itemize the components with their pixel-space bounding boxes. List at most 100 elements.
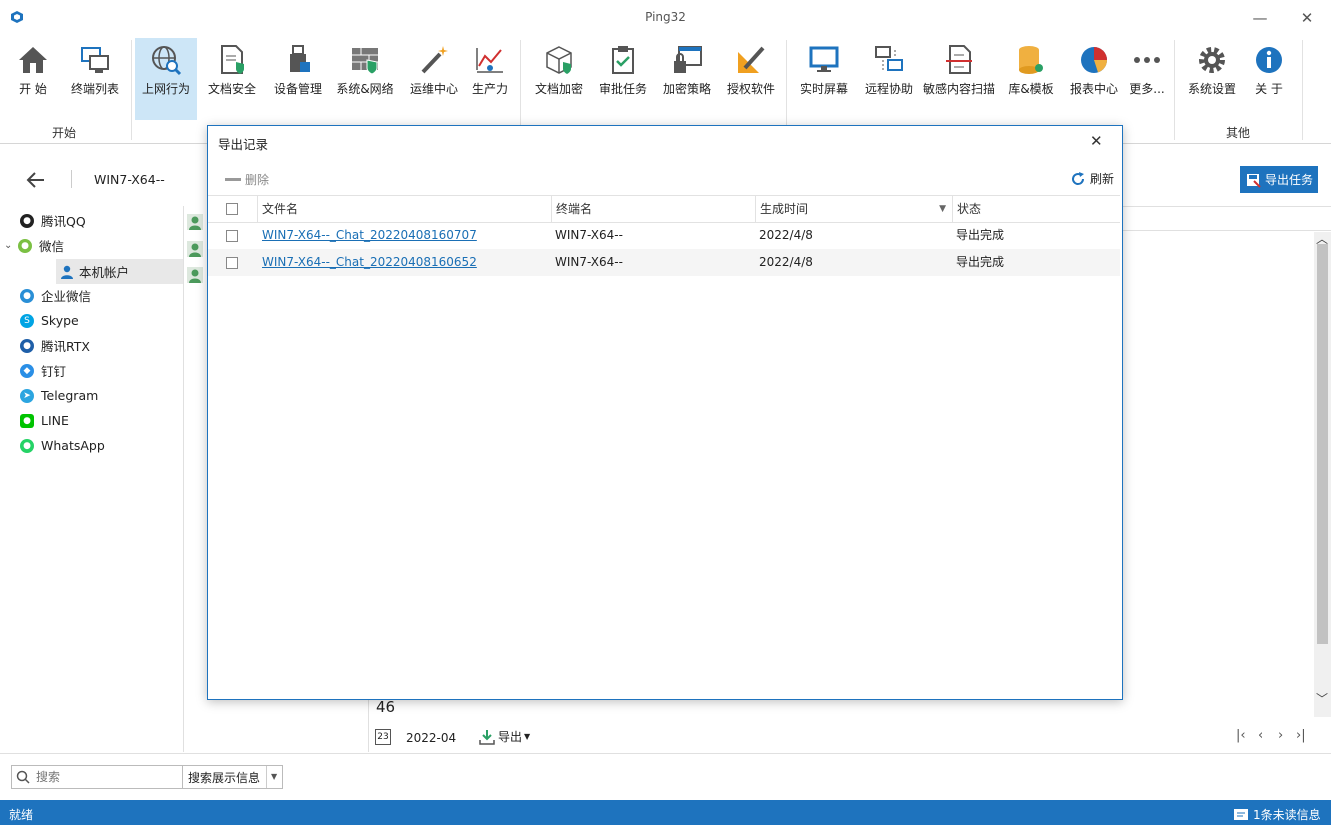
more-dots-icon — [1134, 57, 1160, 63]
ribbon-library-template-button[interactable]: 库&模板 — [1002, 38, 1060, 118]
usb-icon — [290, 45, 310, 72]
status-text: 就绪 — [9, 808, 34, 822]
document-shield-icon — [221, 45, 244, 74]
ribbon-system-network-button[interactable]: 系统&网络 — [333, 38, 397, 118]
tree-item-rtx[interactable]: ● 腾讯RTX — [0, 333, 183, 358]
ribbon-doc-encrypt-button[interactable]: 文档加密 — [528, 38, 590, 118]
status-cell: 导出完成 — [956, 228, 1005, 242]
tree-item-wecom[interactable]: ● 企业微信 — [0, 283, 183, 308]
window-lock-icon — [674, 46, 702, 73]
ribbon-doc-security-button[interactable]: 文档安全 — [201, 38, 263, 118]
wechat-icon: ● — [18, 238, 32, 253]
column-header-terminal[interactable]: 终端名 — [551, 196, 755, 222]
tree-item-telegram[interactable]: ➤ Telegram — [0, 383, 183, 408]
terminal-cell: WIN7-X64-- — [555, 255, 623, 269]
firewall-icon — [352, 48, 378, 75]
file-link[interactable]: WIN7-X64--_Chat_20220408160707 — [262, 222, 477, 249]
message-icon — [1234, 809, 1248, 820]
time-cell: 2022/4/8 — [759, 255, 813, 269]
chevron-down-icon[interactable]: ⌄ — [4, 240, 18, 251]
prev-page-icon[interactable]: ‹ — [1258, 728, 1263, 743]
dialog-close-icon[interactable]: ✕ — [1090, 132, 1103, 150]
whatsapp-icon: ● — [20, 438, 34, 453]
search-field[interactable] — [11, 765, 183, 789]
rtx-icon: ● — [20, 338, 34, 353]
content-scrollbar[interactable]: ︿ ﹀ — [1314, 232, 1331, 717]
tree-item-line[interactable]: ● LINE — [0, 408, 183, 433]
ribbon-sensitive-scan-button[interactable]: 敏感内容扫描 — [920, 38, 998, 118]
minimize-button[interactable]: — — [1245, 4, 1275, 32]
column-header-filename[interactable]: 文件名 — [257, 196, 551, 222]
ribbon-remote-assist-button[interactable]: 远程协助 — [858, 38, 920, 118]
group-label-other: 其他 — [1226, 126, 1251, 140]
close-window-button[interactable]: ✕ — [1292, 4, 1322, 32]
scrollbar-thumb[interactable] — [1317, 244, 1328, 644]
select-all-checkbox[interactable] — [226, 203, 238, 215]
first-page-icon[interactable]: |‹ — [1236, 728, 1246, 743]
wecom-icon: ● — [20, 288, 34, 303]
dialog-title: 导出记录 — [218, 137, 269, 152]
calendar-icon[interactable]: 23 — [375, 729, 391, 745]
pie-chart-icon — [1081, 47, 1107, 73]
back-arrow-icon[interactable] — [26, 171, 46, 189]
ribbon-web-behavior-button[interactable]: 上网行为 — [135, 38, 197, 120]
column-header-status[interactable]: 状态 — [952, 196, 1120, 222]
ribbon-productivity-button[interactable]: 生产力 — [465, 38, 515, 118]
ribbon-more-button[interactable]: 更多... — [1124, 38, 1170, 118]
ribbon-device-mgmt-button[interactable]: 设备管理 — [267, 38, 329, 118]
column-header-time[interactable]: 生成时间 ▼ — [755, 196, 952, 222]
table-row[interactable]: WIN7-X64--_Chat_20220408160652 WIN7-X64-… — [208, 249, 1120, 276]
info-icon — [1256, 47, 1282, 73]
date-value: 2022-04 — [406, 731, 457, 745]
globe-search-icon — [152, 46, 182, 76]
contact-avatar-icon[interactable] — [187, 214, 203, 230]
caret-down-icon: ▼ — [266, 766, 277, 788]
ribbon-system-settings-button[interactable]: 系统设置 — [1182, 38, 1242, 118]
ribbon-report-center-button[interactable]: 报表中心 — [1064, 38, 1124, 118]
row-checkbox[interactable] — [226, 230, 238, 242]
chart-people-icon — [476, 48, 503, 73]
export-dropdown-button[interactable]: 导出 ▼ — [479, 728, 530, 745]
table-row[interactable]: WIN7-X64--_Chat_20220408160707 WIN7-X64-… — [208, 222, 1120, 249]
computers-icon — [81, 47, 109, 73]
search-input[interactable] — [34, 769, 178, 785]
tree-item-qq[interactable]: ● 腾讯QQ — [0, 208, 183, 233]
ribbon-realtime-screen-button[interactable]: 实时屏幕 — [794, 38, 854, 118]
tree-item-whatsapp[interactable]: ● WhatsApp — [0, 433, 183, 458]
chat-app-tree: ● 腾讯QQ ⌄ ● 微信 本机帐户 ● 企业微信 S Skype ● 腾讯RTX ◆ 钉钉… — [0, 206, 184, 752]
ribbon-licensed-software-button[interactable]: 授权软件 — [722, 38, 780, 118]
message-count: 46 — [376, 698, 396, 716]
tree-item-local-account[interactable]: 本机帐户 — [56, 259, 183, 284]
database-icon — [1019, 46, 1043, 74]
row-checkbox[interactable] — [226, 257, 238, 269]
dingtalk-icon: ◆ — [20, 363, 34, 378]
contact-avatar-icon[interactable] — [187, 241, 203, 257]
ribbon-start-button[interactable]: 开 始 — [6, 38, 60, 118]
ribbon-approval-button[interactable]: 审批任务 — [594, 38, 652, 118]
unread-messages[interactable]: 1条未读信息 — [1234, 806, 1321, 823]
minus-icon — [225, 178, 241, 181]
remote-desktop-icon — [875, 46, 903, 71]
monitor-icon — [809, 46, 839, 72]
sort-down-icon: ▼ — [939, 204, 946, 214]
next-page-icon[interactable]: › — [1278, 728, 1283, 743]
ribbon-encrypt-policy-button[interactable]: 加密策略 — [656, 38, 718, 118]
contact-avatar-icon[interactable] — [187, 267, 203, 283]
scroll-up-icon[interactable]: ︿ — [1316, 230, 1328, 247]
ribbon-ops-center-button[interactable]: 运维中心 — [403, 38, 465, 118]
last-page-icon[interactable]: ›| — [1296, 728, 1306, 743]
tree-item-dingtalk[interactable]: ◆ 钉钉 — [0, 358, 183, 383]
close-icon: ✕ — [1300, 9, 1314, 27]
search-icon — [16, 770, 30, 784]
tree-item-wechat[interactable]: ⌄ ● 微信 — [0, 233, 183, 258]
scroll-down-icon[interactable]: ﹀ — [1316, 690, 1328, 707]
tree-item-skype[interactable]: S Skype — [0, 308, 183, 333]
ribbon-about-button[interactable]: 关 于 — [1246, 38, 1292, 118]
export-task-button[interactable]: 导出任务 — [1240, 166, 1318, 193]
ribbon-terminal-list-button[interactable]: 终端列表 — [64, 38, 126, 118]
delete-button[interactable]: 删除 — [225, 171, 269, 188]
refresh-button[interactable]: 刷新 — [1070, 170, 1114, 187]
file-link[interactable]: WIN7-X64--_Chat_20220408160652 — [262, 249, 477, 276]
search-mode-select[interactable]: 搜索展示信息 ▼ — [183, 765, 283, 789]
table-header: 文件名 终端名 生成时间 ▼ 状态 — [208, 195, 1120, 223]
